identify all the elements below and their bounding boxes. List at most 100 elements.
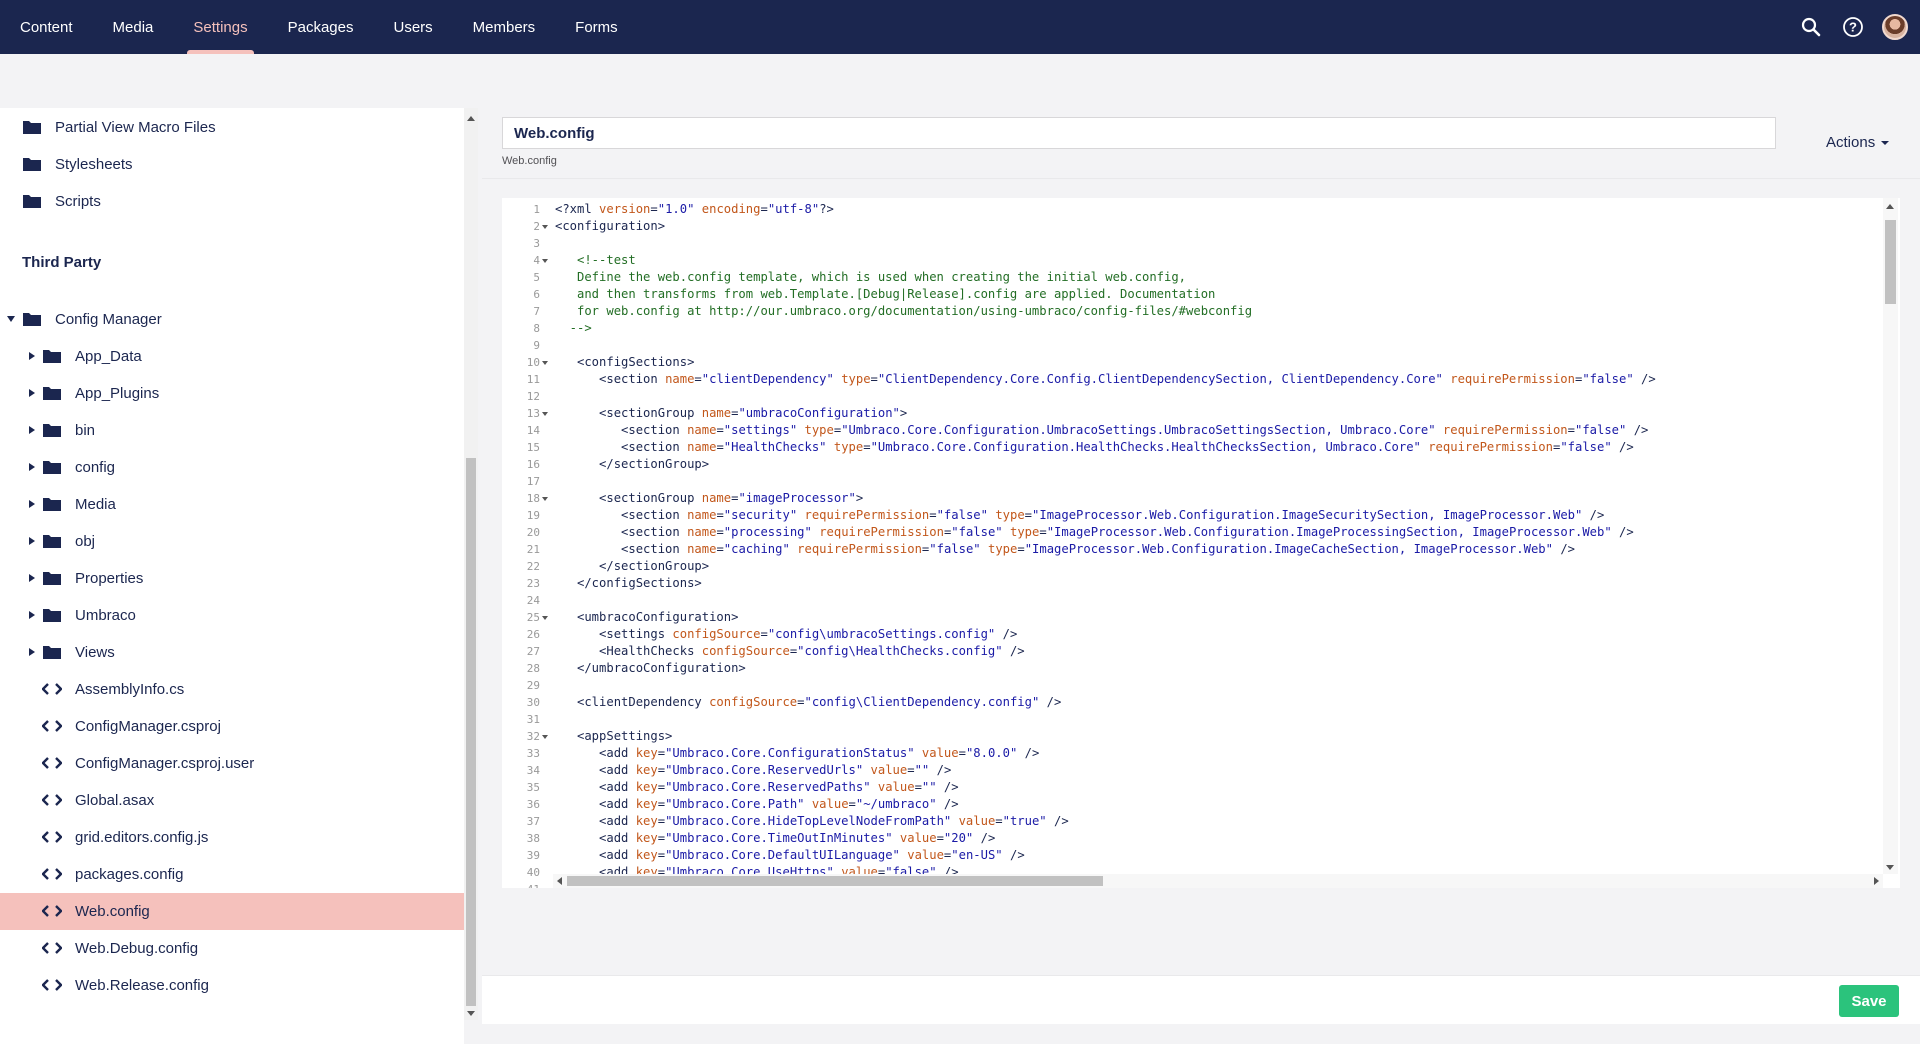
line-number: 6 (533, 288, 540, 301)
tree-item-partial-view-macro-files[interactable]: Partial View Macro Files (0, 109, 464, 146)
tree-item-scripts[interactable]: Scripts (0, 183, 464, 220)
section-heading: Third Party (22, 254, 102, 271)
tree-item-umbraco[interactable]: Umbraco (0, 597, 464, 634)
caret-right-icon[interactable] (27, 425, 37, 435)
line-number: 13 (526, 407, 540, 420)
scroll-left-arrow-icon[interactable] (557, 877, 562, 885)
line-number: 30 (526, 696, 540, 709)
tree-item-assemblyinfo-cs[interactable]: AssemblyInfo.cs (0, 671, 464, 708)
nav-tab-content[interactable]: Content (0, 0, 93, 54)
scroll-down-arrow-icon[interactable] (1886, 865, 1894, 870)
tree-item-stylesheets[interactable]: Stylesheets (0, 146, 464, 183)
tree-item-label: Umbraco (75, 607, 136, 624)
nav-tab-packages[interactable]: Packages (268, 0, 374, 54)
line-number: 24 (526, 594, 540, 607)
file-name-input[interactable] (502, 117, 1776, 149)
tree-item-configmanager-csproj-user[interactable]: ConfigManager.csproj.user (0, 745, 464, 782)
header-tools: ? (1798, 0, 1908, 54)
nav-tab-media[interactable]: Media (93, 0, 174, 54)
nav-tab-users[interactable]: Users (373, 0, 452, 54)
code-line: for web.config at http://our.umbraco.org… (555, 304, 1253, 318)
nav-tab-members[interactable]: Members (453, 0, 556, 54)
tree-item-web-release-config[interactable]: Web.Release.config (0, 967, 464, 1004)
tree-item-config-manager[interactable]: Config Manager (0, 301, 464, 338)
line-number: 17 (526, 475, 540, 488)
tree-item-app-data[interactable]: App_Data (0, 338, 464, 375)
fold-arrow-icon[interactable] (542, 497, 548, 501)
code-line: <clientDependency configSource="config\C… (555, 695, 1062, 709)
caret-right-icon[interactable] (27, 536, 37, 546)
nav-tab-settings[interactable]: Settings (173, 0, 267, 54)
line-number: 7 (533, 305, 540, 318)
editor-vertical-scrollbar[interactable] (1883, 198, 1898, 874)
actions-dropdown[interactable]: Actions (1826, 134, 1890, 151)
line-number: 14 (526, 424, 540, 437)
folder-icon (42, 644, 62, 660)
caret-right-icon[interactable] (27, 351, 37, 361)
tree-item-web-config[interactable]: Web.config (0, 893, 464, 930)
scroll-down-arrow-icon[interactable] (467, 1011, 475, 1016)
actions-label: Actions (1826, 134, 1876, 151)
scroll-up-arrow-icon[interactable] (1886, 204, 1894, 209)
line-number: 8 (533, 322, 540, 335)
caret-right-icon[interactable] (27, 610, 37, 620)
tree-item-bin[interactable]: bin (0, 412, 464, 449)
tree-item-obj[interactable]: obj (0, 523, 464, 560)
scrollbar-thumb[interactable] (567, 876, 1103, 886)
tree-item-properties[interactable]: Properties (0, 560, 464, 597)
line-number: 28 (526, 662, 540, 675)
tree-item-views[interactable]: Views (0, 634, 464, 671)
tree-item-web-debug-config[interactable]: Web.Debug.config (0, 930, 464, 967)
tree-item-label: App_Plugins (75, 385, 160, 402)
nav-tab-forms[interactable]: Forms (555, 0, 638, 54)
user-avatar[interactable] (1882, 14, 1908, 40)
tree-item-configmanager-csproj[interactable]: ConfigManager.csproj (0, 708, 464, 745)
line-number: 16 (526, 458, 540, 471)
caret-right-icon[interactable] (27, 647, 37, 657)
sidebar-scrollbar[interactable] (464, 108, 478, 1020)
code-line: </sectionGroup> (555, 457, 710, 471)
code-editor[interactable]: 1 2 3 4 5 6 7 8 9 10 11 12 13 14 15 16 17 18 19 20 21 22 23 24 2… (502, 198, 1900, 888)
tree-item-grid-editors-config-js[interactable]: grid.editors.config.js (0, 819, 464, 856)
tree-item-media[interactable]: Media (0, 486, 464, 523)
scrollbar-thumb[interactable] (1885, 220, 1896, 304)
help-icon[interactable]: ? (1840, 14, 1866, 40)
line-number: 2 (533, 220, 540, 233)
tree-item-packages-config[interactable]: packages.config (0, 856, 464, 893)
tree-item-label: Stylesheets (55, 156, 133, 173)
fold-arrow-icon[interactable] (542, 412, 548, 416)
folder-icon (42, 459, 62, 475)
fold-arrow-icon[interactable] (542, 225, 548, 229)
scroll-up-arrow-icon[interactable] (467, 116, 475, 121)
line-number: 22 (526, 560, 540, 573)
tree-item-config[interactable]: config (0, 449, 464, 486)
folder-icon (22, 193, 42, 209)
scroll-right-arrow-icon[interactable] (1874, 877, 1879, 885)
tree-item-label: Scripts (55, 193, 101, 210)
line-number: 15 (526, 441, 540, 454)
search-icon[interactable] (1798, 14, 1824, 40)
scrollbar-thumb[interactable] (466, 458, 476, 1006)
caret-right-icon[interactable] (27, 573, 37, 583)
tree-item-label: Web.Release.config (75, 977, 209, 994)
line-number: 23 (526, 577, 540, 590)
caret-right-icon[interactable] (27, 499, 37, 509)
caret-right-icon[interactable] (27, 462, 37, 472)
fold-arrow-icon[interactable] (542, 735, 548, 739)
line-number: 27 (526, 645, 540, 658)
save-button[interactable]: Save (1839, 985, 1899, 1017)
tree-item-global-asax[interactable]: Global.asax (0, 782, 464, 819)
code-content[interactable]: <?xml version="1.0" encoding="utf-8"?> <c… (555, 198, 1885, 874)
fold-arrow-icon[interactable] (542, 616, 548, 620)
editor-footer: Save (482, 975, 1920, 1024)
code-line: <add key="Umbraco.Core.HideTopLevelNodeF… (555, 814, 1069, 828)
folder-icon (22, 156, 42, 172)
tree-item-label: App_Data (75, 348, 142, 365)
editor-horizontal-scrollbar[interactable] (553, 874, 1883, 888)
code-line: <section name="processing" requirePermis… (555, 525, 1634, 539)
tree-item-app-plugins[interactable]: App_Plugins (0, 375, 464, 412)
fold-arrow-icon[interactable] (542, 259, 548, 263)
fold-arrow-icon[interactable] (542, 361, 548, 365)
caret-down-icon[interactable] (6, 314, 16, 324)
caret-right-icon[interactable] (27, 388, 37, 398)
